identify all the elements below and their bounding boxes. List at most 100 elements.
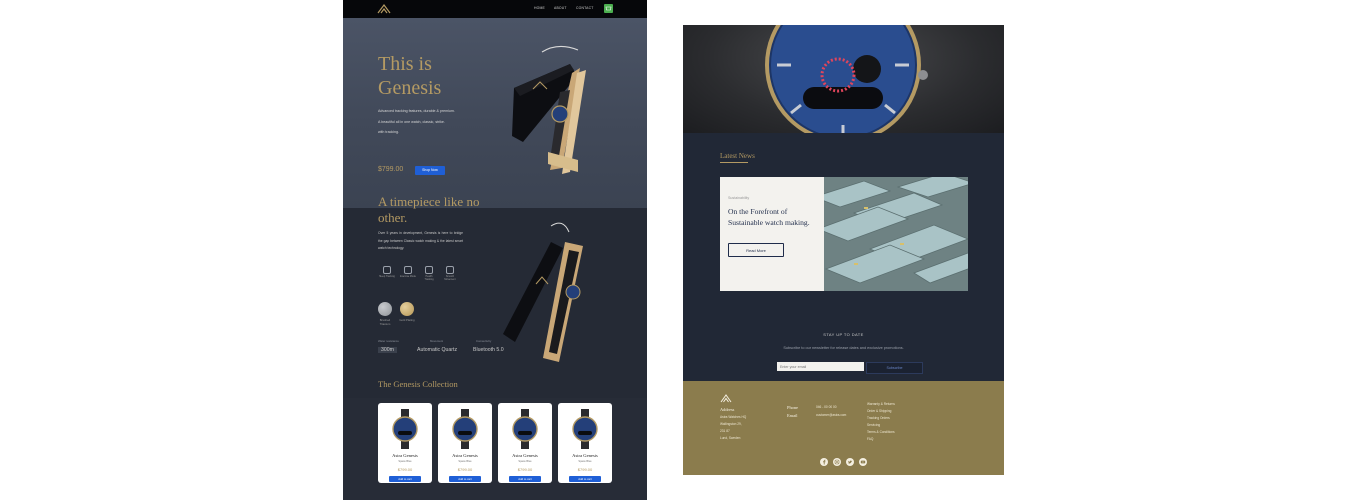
address-line: 231 87 bbox=[720, 429, 730, 433]
hero-price: $799.00 bbox=[378, 166, 404, 173]
boxes-image bbox=[824, 177, 968, 291]
footer-link[interactable]: FAQ bbox=[867, 437, 873, 441]
feature-label: Health Tracking bbox=[424, 275, 434, 282]
add-to-cart-button[interactable]: Add to cart bbox=[569, 476, 601, 482]
landing-page-mockup: HOME ABOUT CONTACT This is Genesis Advan… bbox=[343, 0, 647, 500]
top-nav: HOME ABOUT CONTACT bbox=[343, 0, 647, 18]
youtube-icon[interactable] bbox=[859, 458, 867, 466]
watch-thumbnail-icon bbox=[572, 409, 598, 449]
finish-label: Brushed Titanium bbox=[379, 318, 391, 326]
newsletter-title: STAY UP TO DATE bbox=[823, 332, 864, 337]
cart-icon bbox=[605, 6, 612, 11]
runner-icon bbox=[404, 266, 412, 274]
heart-icon bbox=[425, 266, 433, 274]
feature-label: Smooth Movement bbox=[444, 275, 456, 282]
footer-link[interactable]: Tracking Orders bbox=[867, 416, 890, 420]
product-variant: Space Blue bbox=[458, 460, 472, 463]
footer: Address Astra Watches HQ Wallingston 29,… bbox=[683, 381, 1004, 475]
read-more-button[interactable]: Read More bbox=[728, 243, 784, 257]
collection-title: The Genesis Collection bbox=[378, 379, 458, 389]
finish-label: Gold Plating bbox=[399, 318, 415, 322]
news-footer-mockup: Latest News Sustainability On the Forefr… bbox=[683, 25, 1004, 475]
shop-now-button[interactable]: Shop Now bbox=[415, 166, 445, 175]
phone-heading: Phone bbox=[787, 405, 798, 410]
spec-value: 300m bbox=[378, 347, 397, 353]
footer-link[interactable]: Warranty & Returns bbox=[867, 402, 895, 406]
spec-heading: Water resistance bbox=[378, 339, 399, 343]
hero-title: This is Genesis bbox=[378, 53, 442, 99]
email-heading: Email bbox=[787, 413, 798, 418]
watch-thumbnail-icon bbox=[452, 409, 478, 449]
product-card[interactable]: Astra Genesis Space Blue $799.00 Add to … bbox=[558, 403, 612, 483]
feature-sleep: Sleep Tracking bbox=[379, 266, 395, 278]
watch-box-image bbox=[512, 45, 586, 174]
product-price: $799.00 bbox=[577, 467, 593, 472]
cloud-icon bbox=[383, 266, 391, 274]
watch-thumbnail-icon bbox=[392, 409, 418, 449]
product-variant: Space Blue bbox=[398, 460, 412, 463]
address-heading: Address bbox=[720, 407, 735, 412]
title-underline bbox=[720, 162, 748, 163]
watch-thumbnail-icon bbox=[512, 409, 538, 449]
phone-number[interactable]: 046 - 00 00 00 bbox=[816, 404, 837, 411]
subscribe-button[interactable]: Subscribe bbox=[866, 362, 923, 374]
address-block: Astra Watches HQ Wallingston 29, 231 87 … bbox=[720, 414, 746, 442]
news-image bbox=[824, 177, 968, 291]
news-category: Sustainability bbox=[728, 196, 750, 200]
news-headline: On the Forefront of Sustainable watch ma… bbox=[728, 207, 810, 227]
product-card[interactable]: Astra Genesis Space Blue $799.00 Add to … bbox=[378, 403, 432, 483]
facebook-icon[interactable] bbox=[820, 458, 828, 466]
news-card[interactable]: Sustainability On the Forefront of Susta… bbox=[720, 177, 968, 291]
hero-section: This is Genesis Advanced tracking featur… bbox=[343, 18, 647, 208]
timepiece-description: Over 5 years in development, Genesis is … bbox=[378, 231, 463, 250]
product-price: $799.00 bbox=[457, 467, 473, 472]
hero-desc-line: Advanced tracking features, durable & pr… bbox=[378, 109, 455, 113]
product-price: $799.00 bbox=[397, 467, 413, 472]
watch-closeup-banner bbox=[683, 25, 1004, 143]
watch-icon bbox=[446, 266, 454, 274]
newsletter-subtitle: Subscribe to our newsletter for release … bbox=[783, 346, 904, 350]
address-line: Lund, Sweden bbox=[720, 436, 741, 440]
nav-link-contact[interactable]: CONTACT bbox=[576, 6, 594, 10]
feature-label: Exercise Mode bbox=[400, 275, 416, 278]
instagram-icon[interactable] bbox=[833, 458, 841, 466]
nav-link-about[interactable]: ABOUT bbox=[554, 6, 567, 10]
finish-swatch-titanium[interactable] bbox=[378, 302, 392, 316]
finish-swatch-gold[interactable] bbox=[400, 302, 414, 316]
spec-value: Automatic Quartz bbox=[417, 347, 458, 353]
add-to-cart-button[interactable]: Add to cart bbox=[389, 476, 421, 482]
hero-desc-line: with tracking. bbox=[378, 130, 399, 134]
add-to-cart-button[interactable]: Add to cart bbox=[509, 476, 541, 482]
feature-label: Sleep Tracking bbox=[379, 275, 395, 278]
timepiece-section: A timepiece like no other. Over 5 years … bbox=[343, 194, 647, 398]
product-variant: Space Blue bbox=[578, 460, 592, 463]
address-line: Astra Watches HQ bbox=[720, 415, 747, 419]
product-card[interactable]: Astra Genesis Space Blue $799.00 Add to … bbox=[438, 403, 492, 483]
product-name: Astra Genesis bbox=[572, 453, 598, 458]
email-address[interactable]: customer@astra.com bbox=[816, 412, 846, 419]
latest-news-title: Latest News bbox=[720, 152, 755, 160]
open-box-image bbox=[503, 222, 583, 362]
hero-description: Advanced tracking features, durable & pr… bbox=[378, 106, 478, 138]
product-name: Astra Genesis bbox=[452, 453, 478, 458]
footer-link[interactable]: Terms & Conditions bbox=[867, 430, 895, 434]
feature-exercise: Exercise Mode bbox=[400, 266, 416, 278]
address-line: Wallingston 29, bbox=[720, 422, 742, 426]
feature-health: Health Tracking bbox=[421, 266, 437, 281]
spec-heading: Movement bbox=[430, 339, 444, 343]
nav-link-home[interactable]: HOME bbox=[534, 6, 545, 10]
footer-link[interactable]: Order & Shipping bbox=[867, 409, 891, 413]
product-variant: Space Blue bbox=[518, 460, 532, 463]
astra-logo-icon[interactable] bbox=[720, 393, 732, 403]
cart-button[interactable] bbox=[604, 4, 613, 13]
product-name: Astra Genesis bbox=[512, 453, 538, 458]
astra-logo-icon[interactable] bbox=[377, 3, 391, 15]
feature-movement: Smooth Movement bbox=[442, 266, 458, 281]
hero-desc-line: A beautiful all in one watch, classic, s… bbox=[378, 119, 445, 124]
email-input[interactable] bbox=[777, 362, 864, 371]
product-price: $799.00 bbox=[517, 467, 533, 472]
product-card[interactable]: Astra Genesis Space Blue $799.00 Add to … bbox=[498, 403, 552, 483]
twitter-icon[interactable] bbox=[846, 458, 854, 466]
footer-link[interactable]: Servicing bbox=[867, 423, 880, 427]
add-to-cart-button[interactable]: Add to cart bbox=[449, 476, 481, 482]
